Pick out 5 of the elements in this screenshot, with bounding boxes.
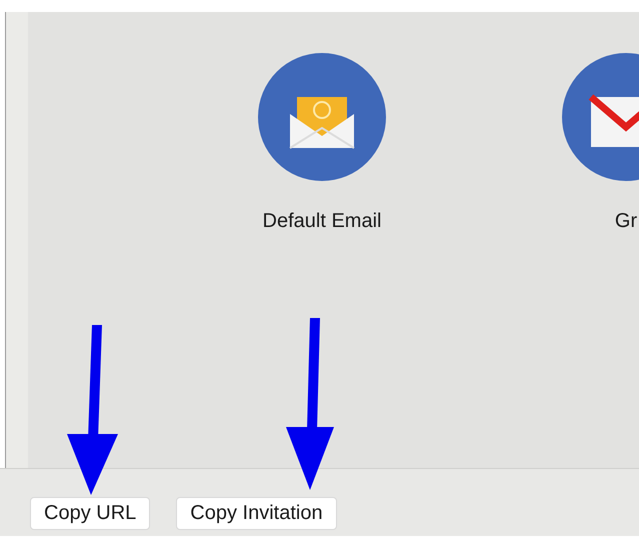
envelope-icon[interactable] bbox=[257, 52, 387, 182]
app-label: Gr bbox=[614, 210, 638, 233]
copy-button[interactable]: Copy Invitation bbox=[176, 497, 337, 530]
copy-button[interactable]: Copy URL bbox=[30, 497, 150, 530]
app-label: Default Email bbox=[262, 210, 382, 233]
